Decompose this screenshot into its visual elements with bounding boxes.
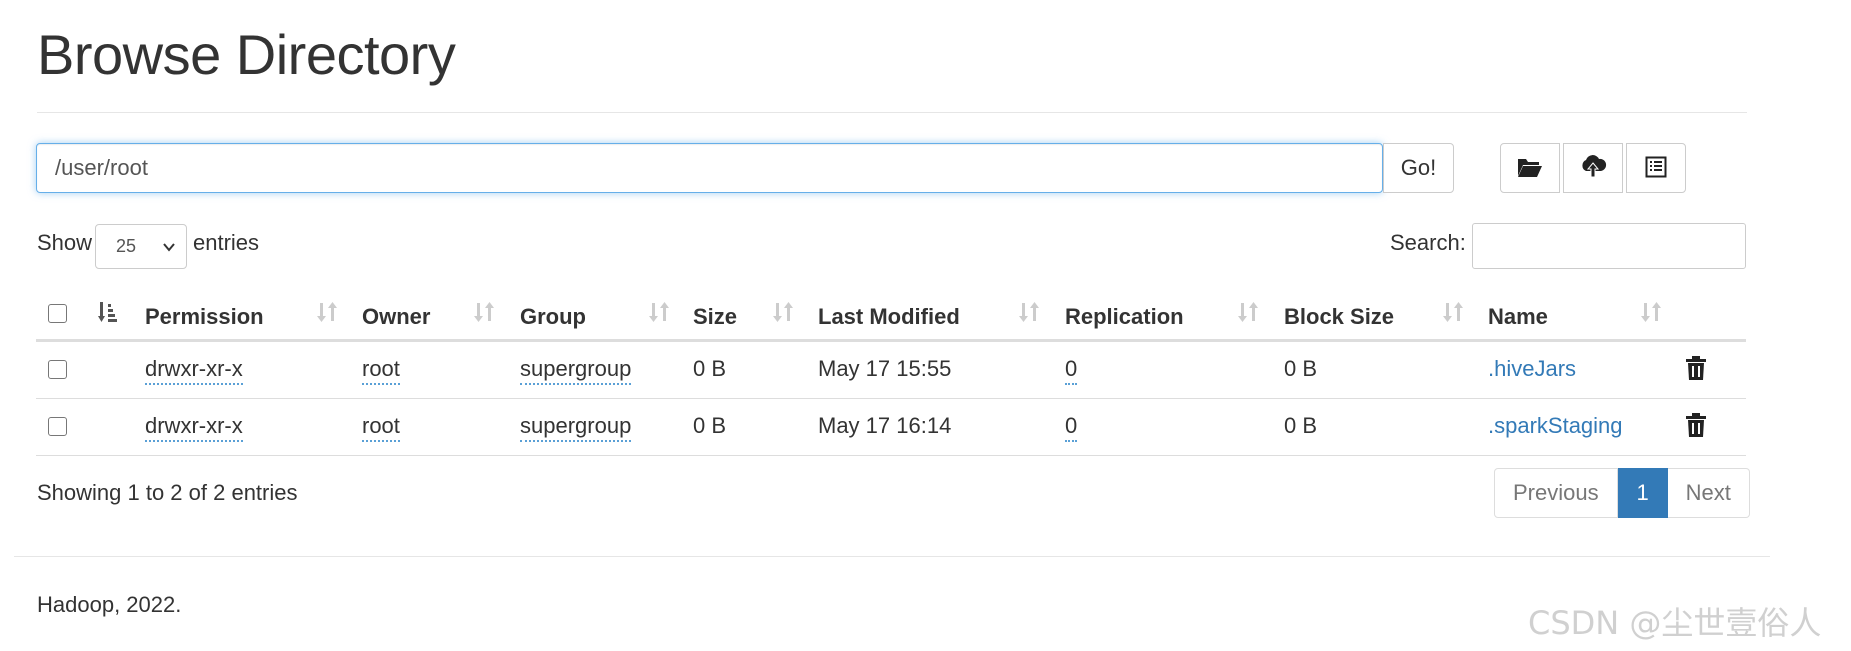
table-info: Showing 1 to 2 of 2 entries xyxy=(37,480,298,505)
trash-icon[interactable] xyxy=(1685,355,1707,386)
table-row: drwxr-xr-x root supergroup 0 B May 17 15… xyxy=(36,342,1746,399)
block-size-cell: 0 B xyxy=(1284,356,1318,381)
replication-cell[interactable]: 0 xyxy=(1065,356,1078,385)
show-label: Show xyxy=(37,230,93,255)
column-header-block-size[interactable]: Block Size xyxy=(1284,304,1394,330)
directory-path-input[interactable] xyxy=(36,143,1383,193)
replication-cell[interactable]: 0 xyxy=(1065,413,1078,442)
sort-icon[interactable] xyxy=(772,300,794,329)
block-size-cell: 0 B xyxy=(1284,413,1318,438)
select-all-checkbox[interactable] xyxy=(48,304,67,323)
footer-divider xyxy=(14,556,1770,557)
sort-icon[interactable] xyxy=(1237,300,1259,329)
group-cell[interactable]: supergroup xyxy=(520,413,632,442)
row-checkbox[interactable] xyxy=(48,360,67,379)
column-header-size[interactable]: Size xyxy=(693,304,737,330)
create-directory-button[interactable] xyxy=(1500,143,1560,193)
sort-icon[interactable] xyxy=(473,300,495,329)
sort-icon[interactable] xyxy=(1442,300,1464,329)
column-header-owner[interactable]: Owner xyxy=(362,304,430,330)
entries-per-page-value: 25 xyxy=(116,236,137,256)
folder-open-icon xyxy=(1517,156,1543,181)
column-header-last-modified[interactable]: Last Modified xyxy=(818,304,960,330)
size-cell: 0 B xyxy=(693,413,727,438)
owner-cell[interactable]: root xyxy=(362,356,400,385)
cut-paste-button[interactable] xyxy=(1626,143,1686,193)
page: Browse Directory Go! xyxy=(0,0,1851,651)
group-cell[interactable]: supergroup xyxy=(520,356,632,385)
size-cell: 0 B xyxy=(693,356,727,381)
title-divider xyxy=(37,112,1747,113)
sort-icon[interactable] xyxy=(316,300,338,329)
file-name-link[interactable]: .sparkStaging xyxy=(1488,413,1623,439)
column-header-replication[interactable]: Replication xyxy=(1065,304,1184,330)
file-table: Permission Owner Group Size Last Modifie… xyxy=(36,290,1746,456)
column-header-permission[interactable]: Permission xyxy=(145,304,264,330)
search-input[interactable] xyxy=(1472,223,1746,269)
column-header-group[interactable]: Group xyxy=(520,304,586,330)
cloud-upload-icon xyxy=(1579,154,1607,182)
next-page-button[interactable]: Next xyxy=(1667,468,1750,518)
pagination: Previous 1 Next xyxy=(1494,468,1750,518)
entries-per-page-select[interactable]: 25 xyxy=(95,224,187,269)
entries-label: entries xyxy=(193,230,260,255)
sort-icon[interactable] xyxy=(1640,300,1662,329)
file-name-link[interactable]: .hiveJars xyxy=(1488,356,1576,382)
chevron-down-icon xyxy=(162,238,176,259)
sort-icon[interactable] xyxy=(648,300,670,329)
sort-icon[interactable] xyxy=(1018,300,1040,329)
upload-files-button[interactable] xyxy=(1563,143,1623,193)
last-modified-cell: May 17 16:14 xyxy=(818,413,952,438)
column-header-name[interactable]: Name xyxy=(1488,304,1548,330)
table-row: drwxr-xr-x root supergroup 0 B May 17 16… xyxy=(36,399,1746,456)
owner-cell[interactable]: root xyxy=(362,413,400,442)
page-1-button[interactable]: 1 xyxy=(1617,468,1668,518)
sort-desc-icon[interactable] xyxy=(98,300,122,329)
search-label: Search: xyxy=(1390,230,1466,255)
permission-cell[interactable]: drwxr-xr-x xyxy=(145,413,243,442)
table-header: Permission Owner Group Size Last Modifie… xyxy=(36,290,1746,342)
previous-page-button[interactable]: Previous xyxy=(1494,468,1618,518)
footer-text: Hadoop, 2022. xyxy=(37,592,182,617)
list-alt-icon xyxy=(1645,156,1667,181)
last-modified-cell: May 17 15:55 xyxy=(818,356,952,381)
go-button[interactable]: Go! xyxy=(1383,143,1454,193)
trash-icon[interactable] xyxy=(1685,412,1707,443)
permission-cell[interactable]: drwxr-xr-x xyxy=(145,356,243,385)
row-checkbox[interactable] xyxy=(48,417,67,436)
page-title: Browse Directory xyxy=(37,23,456,86)
watermark: CSDN @尘世壹俗人 xyxy=(1528,604,1822,642)
